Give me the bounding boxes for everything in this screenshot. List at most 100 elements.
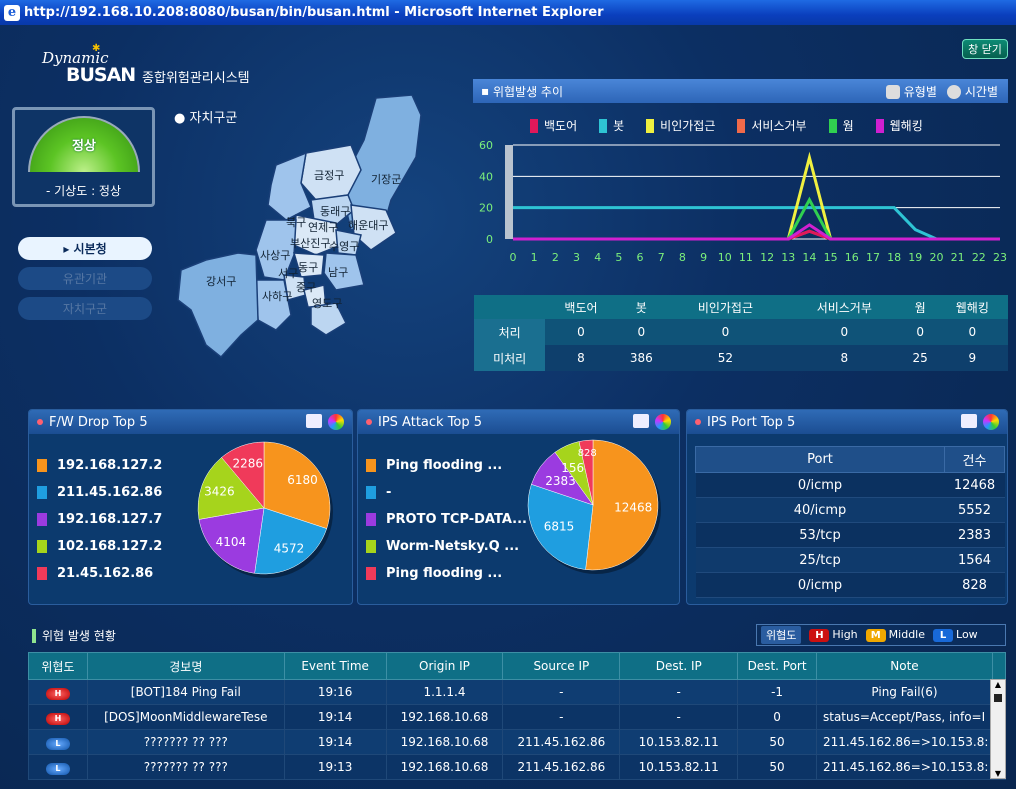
- x-tick-label: 2: [552, 251, 559, 264]
- ips-port-table-wrap: Port 건수 0/icmp 12468 40/icmp 5552 53/tcp 238…: [695, 446, 1005, 598]
- port-cell: 40/icmp: [695, 497, 945, 523]
- table-row[interactable]: L ??????? ?? ??? 19:13 192.168.10.68 211…: [28, 754, 1007, 780]
- events-header[interactable]: Event Time: [283, 652, 387, 680]
- time-view-label: 시간별: [964, 84, 998, 99]
- x-tick-label: 17: [866, 251, 880, 264]
- sun-icon: ✱: [92, 43, 101, 54]
- alert-name-cell: ??????? ?? ???: [86, 729, 285, 755]
- svg-text:영도구: 영도구: [312, 297, 342, 310]
- port-cell: 0/icmp: [695, 572, 945, 598]
- legend-high: H High: [809, 628, 858, 642]
- events-header[interactable]: Origin IP: [385, 652, 504, 680]
- table-row[interactable]: L ??????? ?? ??? 19:14 192.168.10.68 211…: [28, 729, 1007, 755]
- count-cell: 1564: [944, 547, 1005, 573]
- table-view-icon[interactable]: [961, 414, 977, 428]
- x-tick-label: 22: [972, 251, 986, 264]
- alert-name-cell: [DOS]MoonMiddlewareTese: [86, 704, 285, 730]
- svg-text:금정구: 금정구: [314, 169, 344, 182]
- table-row: 40/icmp 5552: [695, 497, 1005, 523]
- legend-label: 웜: [842, 119, 854, 133]
- pie-data-label: 12468: [614, 500, 652, 514]
- scroll-thumb[interactable]: [994, 694, 1002, 702]
- x-tick-label: 15: [824, 251, 838, 264]
- events-header[interactable]: Dest. Port: [737, 652, 817, 680]
- gauge-dial: 정상: [28, 116, 140, 172]
- list-item: Worm-Netsky.Q ...: [366, 533, 527, 560]
- scroll-down-icon[interactable]: ▼: [993, 769, 1003, 778]
- menu-item-sibon[interactable]: ▸ 시본청: [18, 237, 152, 260]
- svg-text:동래구: 동래구: [320, 205, 350, 218]
- legend-swatch: [366, 540, 376, 553]
- events-header[interactable]: 경보명: [86, 652, 285, 680]
- high-level-icon: H: [45, 712, 70, 725]
- events-header[interactable]: 위협도: [28, 652, 88, 680]
- x-tick-label: 0: [510, 251, 517, 264]
- legend-middle: M Middle: [865, 628, 925, 642]
- summary-header: 백도어: [545, 295, 617, 319]
- events-header[interactable]: Note: [815, 652, 993, 680]
- fw-drop-pie-chart: 6180 4572 4104 3426 2286: [197, 441, 333, 578]
- ips-port-header: IPS Port Top 5: [687, 410, 1007, 434]
- list-item-label: 102.168.127.2: [57, 539, 163, 554]
- ips-attack-header: IPS Attack Top 5: [358, 410, 679, 434]
- count-cell: 828: [944, 572, 1005, 598]
- menu-item-district[interactable]: 자치구군: [18, 297, 152, 320]
- port-header-row: Port 건수: [695, 446, 1005, 473]
- pie-data-label: 4572: [274, 541, 305, 555]
- pie-view-icon[interactable]: [655, 414, 671, 430]
- note-cell: 211.45.162.86=>10.153.8:: [815, 754, 993, 780]
- close-window-button[interactable]: 창 닫기: [962, 39, 1008, 59]
- summary-cell: 52: [665, 345, 785, 371]
- table-view-icon[interactable]: [633, 414, 649, 428]
- x-tick-label: 18: [887, 251, 901, 264]
- ips-attack-title: IPS Attack Top 5: [378, 414, 483, 430]
- table-row: 53/tcp 2383: [695, 522, 1005, 548]
- time-cell: 19:16: [283, 679, 387, 705]
- series-line: [513, 223, 1000, 241]
- table-row: 0/icmp 12468: [695, 472, 1005, 498]
- pie-data-label: 6180: [287, 473, 318, 487]
- busan-district-map[interactable]: 기장군 금정구 북구 동래구 연제구 해운대구 부산진구 수영구 사상구 남구 …: [176, 95, 446, 365]
- legend-swatch: [828, 118, 837, 133]
- pie-view-icon[interactable]: [983, 414, 999, 430]
- table-row[interactable]: H [DOS]MoonMiddlewareTese 19:14 192.168.…: [28, 704, 1007, 730]
- type-view-button[interactable]: 유형별: [885, 83, 937, 100]
- ips-port-title: IPS Port Top 5: [707, 414, 796, 430]
- svg-text:중구: 중구: [296, 281, 316, 294]
- events-scrollbar[interactable]: ▲ ▼: [990, 679, 1006, 779]
- table-view-icon[interactable]: [306, 414, 322, 428]
- x-tick-label: 14: [802, 251, 816, 264]
- events-header[interactable]: Dest. IP: [619, 652, 739, 680]
- port-cell: 53/tcp: [695, 522, 945, 548]
- summary-row-label: 처리: [474, 319, 546, 345]
- dest-port-cell: 0: [737, 704, 817, 730]
- level-cell: H: [28, 704, 88, 730]
- time-view-button[interactable]: 시간별: [946, 83, 998, 100]
- count-header: 건수: [944, 446, 1005, 473]
- logo-main: BUSAN: [66, 64, 136, 86]
- x-tick-label: 21: [951, 251, 965, 264]
- high-badge-icon: H: [809, 629, 830, 642]
- x-tick-label: 10: [718, 251, 732, 264]
- alert-name-cell: [BOT]184 Ping Fail: [86, 679, 285, 705]
- legend-label: 웹해킹: [889, 119, 923, 133]
- events-header[interactable]: Source IP: [502, 652, 621, 680]
- list-item-label: Worm-Netsky.Q ...: [386, 539, 520, 554]
- summary-header: 웜: [903, 295, 937, 319]
- list-item-label: 21.45.162.86: [57, 566, 154, 581]
- fw-drop-title: F/W Drop Top 5: [49, 414, 148, 430]
- pie-view-icon[interactable]: [328, 414, 344, 430]
- scroll-up-icon[interactable]: ▲: [993, 680, 1003, 689]
- gauge-caption: - 기상도 : 정상: [45, 184, 122, 198]
- summary-cell: 0: [665, 319, 785, 345]
- summary-cell: 0: [545, 319, 617, 345]
- origin-ip-cell: 1.1.1.4: [385, 679, 504, 705]
- menu-label: 시본청: [73, 242, 107, 256]
- window-title: http://192.168.10.208:8080/busan/bin/bus…: [24, 5, 604, 20]
- menu-item-related[interactable]: 유관기관: [18, 267, 152, 290]
- dest-port-cell: -1: [737, 679, 817, 705]
- svg-text:남구: 남구: [328, 266, 348, 279]
- legend-swatch: [37, 513, 47, 526]
- table-row[interactable]: H [BOT]184 Ping Fail 19:16 1.1.1.4 - - -…: [28, 679, 1007, 705]
- source-ip-cell: 211.45.162.86: [502, 754, 621, 780]
